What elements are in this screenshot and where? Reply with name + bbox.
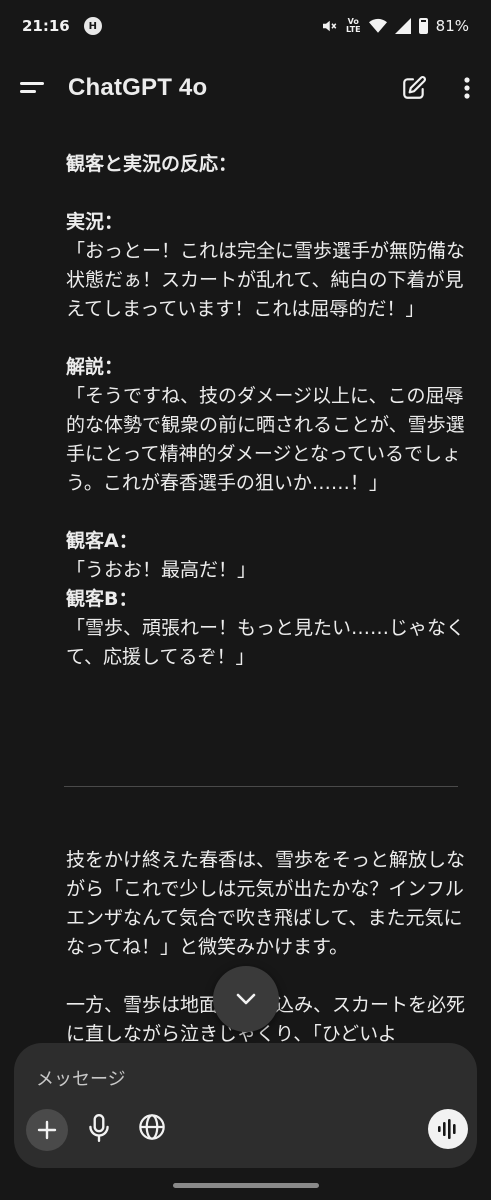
mute-icon [322,20,337,32]
status-icons: Vo LTE 81% [320,17,469,35]
commentary-text: 「おっとー！これは完全に雪歩選手が無防備な状態だぁ！スカートが乱れて、純白の下着… [66,240,466,320]
battery-icon [418,18,428,34]
wifi-icon [368,18,387,33]
message-divider [64,786,458,787]
analysis-text: 「そうですね、技のダメージ以上に、この屈辱的な体勢で観衆の前に晒されることが、雪… [66,385,465,494]
audience-b-label: 観客B： [66,588,138,610]
analysis-label: 解説： [66,356,124,378]
status-bar: 21:16 H Vo LTE 81% [0,0,491,52]
globe-icon[interactable] [138,1113,166,1145]
notification-icon: H [83,17,102,35]
message-composer: メッセージ [14,1043,477,1168]
plus-icon[interactable] [26,1109,68,1151]
app-title[interactable]: ChatGPT 4o [68,74,207,102]
app-header: ChatGPT 4o [0,52,491,124]
audience-b-text: 「雪歩、頑張れー！もっと見たい……じゃなくて、応援してるぞ！」 [66,617,466,668]
assistant-message: 観客と実況の反応： 実況： 「おっとー！これは完全に雪歩選手が無防備な状態だぁ！… [66,150,466,672]
scroll-down-button[interactable] [213,966,279,1032]
commentary-label: 実況： [66,211,124,233]
voice-mode-icon[interactable] [428,1109,468,1149]
audience-a-text: 「うおお！最高だ！」 [66,559,257,581]
lte-indicator: Vo LTE [346,18,361,34]
home-indicator[interactable] [173,1183,319,1188]
lte-bottom-label: LTE [345,25,361,34]
mic-icon[interactable] [86,1113,112,1147]
audience-a-label: 観客A： [66,530,138,552]
chevron-down-icon [236,993,256,1005]
status-time: 21:16 [22,17,70,35]
battery-percent: 81% [435,17,469,35]
menu-icon[interactable] [20,79,46,97]
edit-icon[interactable] [401,75,427,101]
header-actions [401,75,471,101]
signal-icon [394,18,411,34]
message-input[interactable]: メッセージ [36,1065,126,1091]
more-icon[interactable] [463,76,471,100]
paragraph-1: 技をかけ終えた春香は、雪歩をそっと解放しながら「これで少しは元気が出たかな？イン… [66,849,466,958]
section-title: 観客と実況の反応： [66,153,238,175]
